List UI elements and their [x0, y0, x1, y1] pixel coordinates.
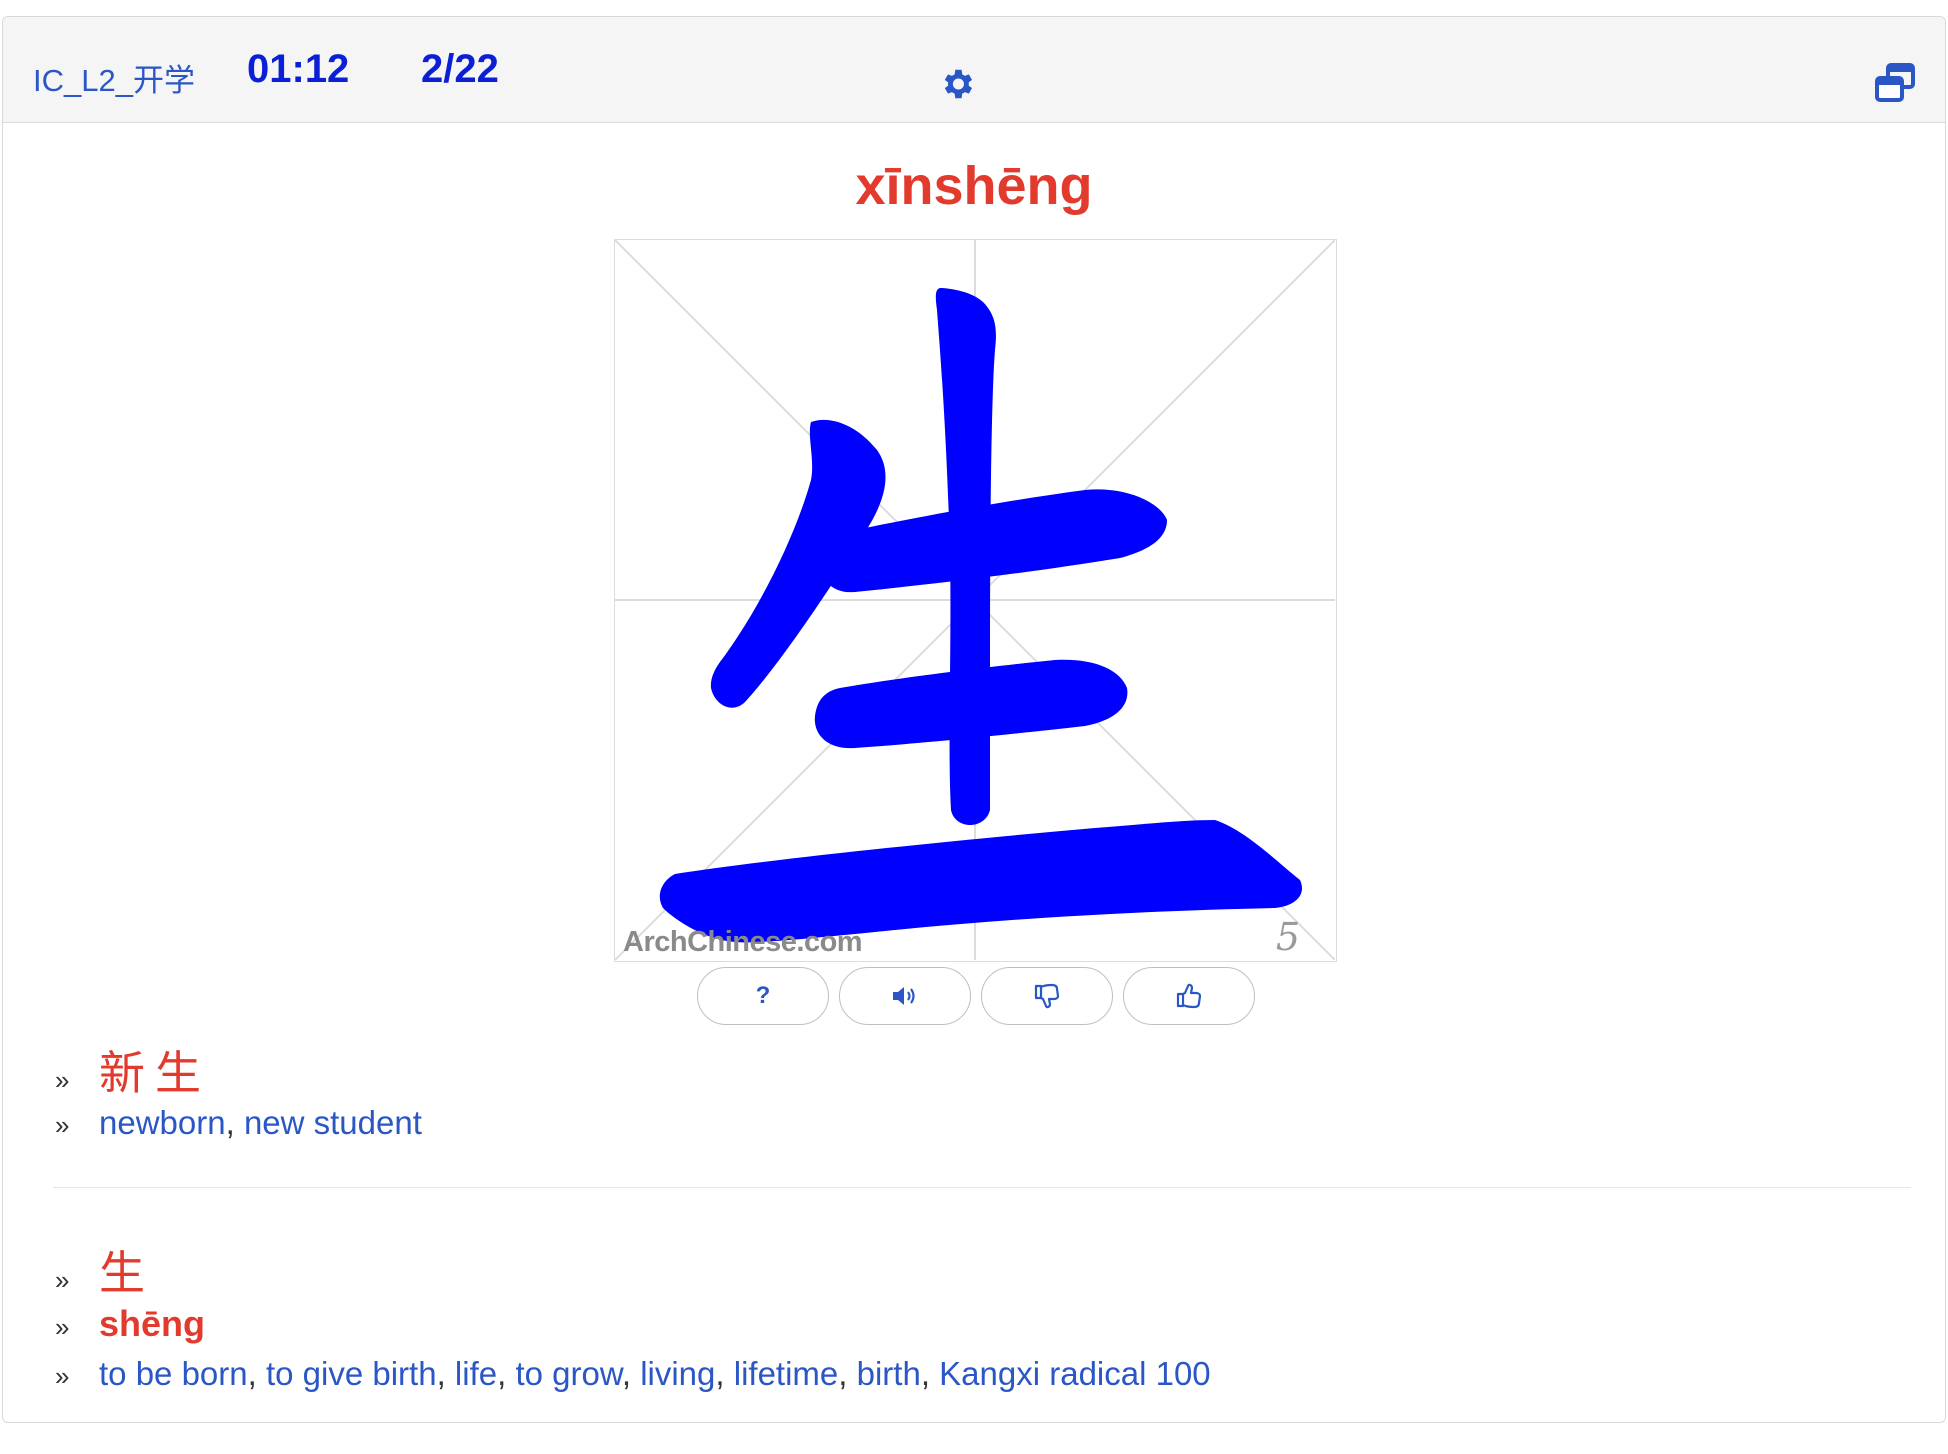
bullet: »	[55, 1312, 70, 1342]
watermark: ArchChinese.com	[623, 926, 863, 958]
bullet: »	[55, 1110, 70, 1140]
question-icon: ?	[755, 982, 771, 1009]
timer: 01:12	[247, 47, 350, 91]
component-hanzi-row: » 生	[55, 1237, 155, 1303]
component-pinyin: shēng	[99, 1303, 206, 1344]
meaning: to grow	[515, 1355, 622, 1392]
meaning: living	[640, 1355, 716, 1392]
help-button[interactable]: ?	[697, 967, 829, 1025]
word-pinyin: xīnshēng	[855, 156, 1093, 216]
component-meaning-row: » to be born, to give birth, life, to gr…	[55, 1355, 1211, 1393]
thumbs-down-icon	[1034, 983, 1060, 1009]
meaning: birth	[856, 1355, 921, 1392]
word-meanings: newborn, new student	[99, 1104, 422, 1141]
character-stroke-panel: ArchChinese.com 5	[614, 239, 1337, 962]
deck-name[interactable]: IC_L2_开学	[33, 55, 195, 100]
bullet: »	[55, 1065, 70, 1095]
component-hanzi: 生	[99, 1246, 155, 1300]
audio-button[interactable]	[839, 967, 971, 1025]
character-grid	[615, 240, 1335, 960]
word-meaning-row: » newborn, new student	[55, 1104, 422, 1142]
thumbs-down-button[interactable]	[981, 967, 1113, 1025]
thumbs-up-button[interactable]	[1123, 967, 1255, 1025]
character-strokes	[659, 288, 1303, 943]
component-meanings: to be born, to give birth, life, to grow…	[99, 1355, 1211, 1392]
window-restore-icon[interactable]	[1873, 61, 1917, 105]
meaning: lifetime	[733, 1355, 839, 1392]
component-pinyin-row: » shēng	[55, 1303, 205, 1345]
meaning: life	[454, 1355, 498, 1392]
stroke-count: 5	[1275, 915, 1300, 959]
bullet: »	[55, 1361, 70, 1391]
word-hanzi: 新生	[99, 1046, 211, 1100]
word-hanzi-row: » 新生	[55, 1037, 211, 1103]
meaning: to give birth	[265, 1355, 437, 1392]
gear-icon[interactable]	[938, 65, 976, 103]
meaning: Kangxi radical 100	[939, 1355, 1211, 1392]
top-bar: IC_L2_开学 01:12 2/22	[3, 17, 1945, 123]
section-divider	[53, 1187, 1911, 1188]
flashcard: IC_L2_开学 01:12 2/22 xīnshēng ArchChinese…	[2, 16, 1946, 1423]
meaning: to be born	[99, 1355, 248, 1392]
speaker-icon	[893, 987, 915, 1005]
meaning: new student	[243, 1104, 422, 1141]
bullet: »	[55, 1265, 70, 1295]
meaning: newborn	[99, 1104, 226, 1141]
progress-counter: 2/22	[421, 47, 499, 91]
thumbs-up-icon	[1176, 983, 1202, 1009]
